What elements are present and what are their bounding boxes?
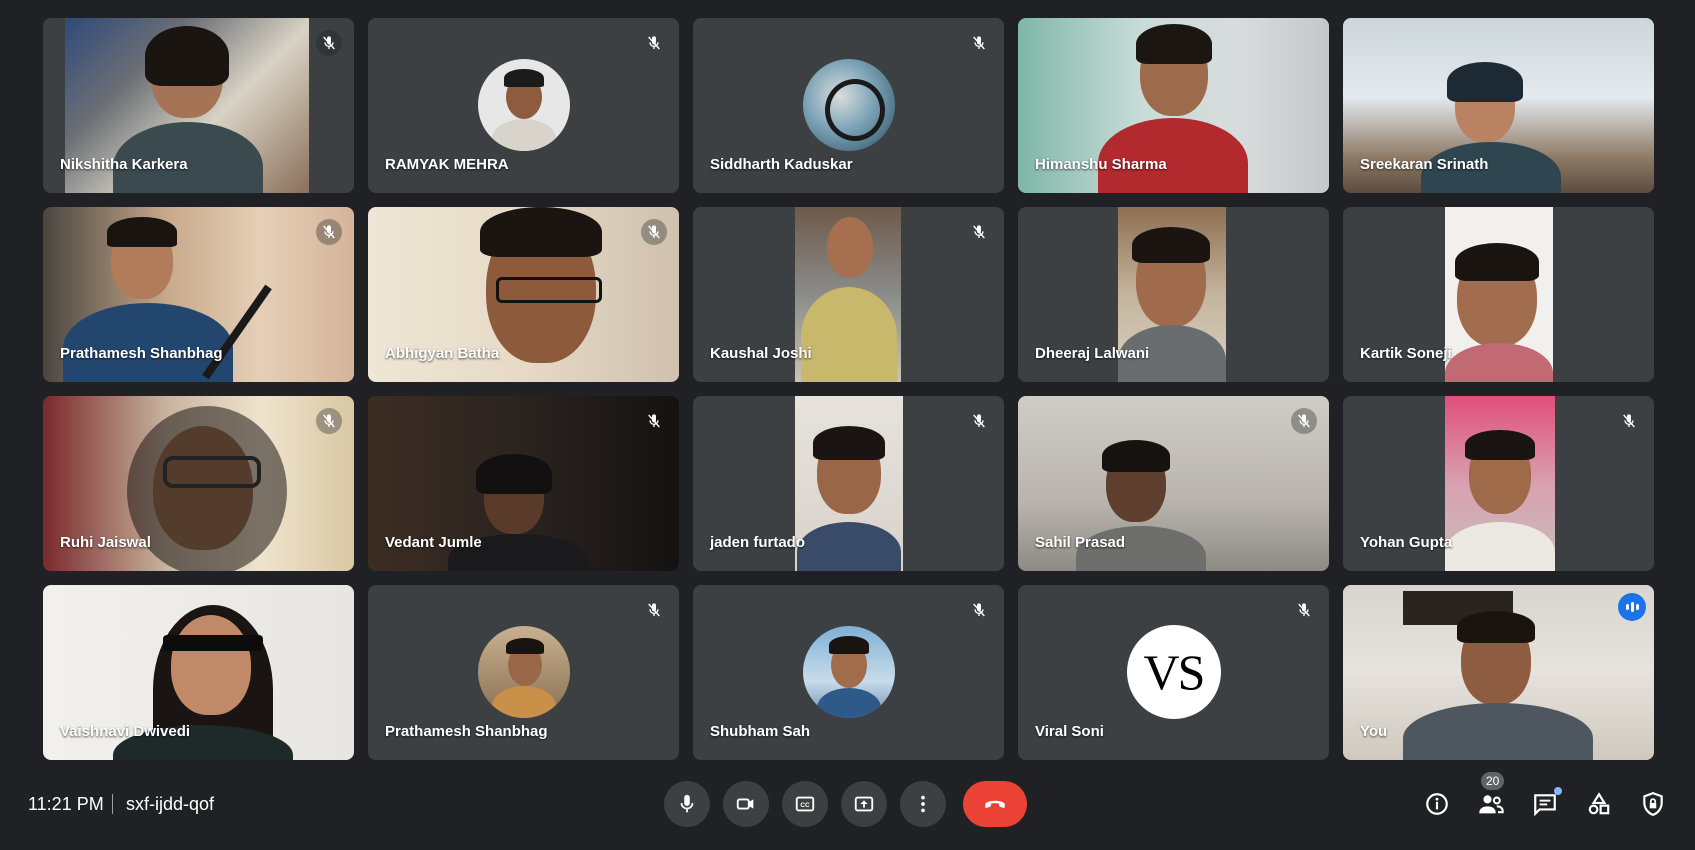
participant-tile[interactable]: Kaushal Joshi — [693, 207, 1004, 382]
end-call-button[interactable] — [963, 781, 1027, 827]
participant-tile[interactable]: VS Viral Soni — [1018, 585, 1329, 760]
activities-button[interactable] — [1585, 790, 1613, 818]
svg-text:CC: CC — [800, 802, 810, 809]
mic-button[interactable] — [664, 781, 710, 827]
initials-avatar: VS — [1126, 625, 1221, 719]
chat-icon — [1534, 794, 1556, 817]
mic-off-icon — [966, 597, 992, 623]
participant-tile[interactable]: Dheeraj Lalwani — [1018, 207, 1329, 382]
mic-off-icon — [641, 30, 667, 56]
participant-tile[interactable]: Siddharth Kaduskar — [693, 18, 1004, 193]
participant-tile[interactable]: Vedant Jumle — [368, 396, 679, 571]
participant-name: Himanshu Sharma — [1035, 156, 1167, 173]
participant-name: Abhigyan Batha — [385, 345, 500, 362]
mic-off-icon — [1616, 408, 1642, 434]
camera-icon — [736, 798, 754, 810]
participant-name: Vedant Jumle — [385, 534, 482, 551]
participant-tile[interactable]: Himanshu Sharma — [1018, 18, 1329, 193]
participant-tile[interactable]: Prathamesh Shanbhag — [43, 207, 354, 382]
side-panel-buttons: 20 — [1423, 772, 1667, 818]
meeting-code: sxf-ijdd-qof — [126, 794, 215, 814]
mic-off-icon — [316, 30, 342, 56]
participant-name: jaden furtado — [710, 534, 806, 551]
bottom-bar: 11:21 PM sxf-ijdd-qof CC 20 — [0, 770, 1695, 850]
divider — [112, 794, 113, 814]
participant-tile[interactable]: Sreekaran Srinath — [1343, 18, 1654, 193]
participant-name: Ruhi Jaiswal — [60, 534, 151, 551]
mic-off-icon — [641, 408, 667, 434]
participant-name: Prathamesh Shanbhag — [60, 345, 223, 362]
participant-grid: Nikshitha Karkera RAMYAK MEHRA Siddharth… — [43, 18, 1654, 760]
meeting-details-button[interactable] — [1423, 790, 1451, 818]
participant-name: Siddharth Kaduskar — [710, 156, 853, 173]
present-icon — [854, 796, 874, 812]
participant-name: Dheeraj Lalwani — [1035, 345, 1150, 362]
mic-off-icon — [966, 219, 992, 245]
more-options-icon — [921, 795, 925, 813]
mic-off-icon — [1291, 597, 1317, 623]
captions-icon: CC — [795, 796, 815, 812]
participant-name: Kartik Soneji — [1360, 345, 1452, 362]
captions-button[interactable]: CC — [782, 781, 828, 827]
mic-off-icon — [1291, 408, 1317, 434]
people-icon — [1479, 795, 1504, 814]
more-options-button[interactable] — [900, 781, 946, 827]
participant-name: Sahil Prasad — [1035, 534, 1126, 551]
present-button[interactable] — [841, 781, 887, 827]
participant-name: Shubham Sah — [710, 723, 811, 740]
avatar — [477, 626, 570, 718]
participant-name: Vaishnavi Dwivedi — [60, 723, 191, 740]
participant-name: RAMYAK MEHRA — [385, 156, 509, 173]
participant-tile[interactable]: Kartik Soneji — [1343, 207, 1654, 382]
self-view-tile[interactable]: You — [1343, 585, 1654, 760]
participant-tile[interactable]: RAMYAK MEHRA — [368, 18, 679, 193]
people-button[interactable]: 20 — [1477, 772, 1505, 818]
video-feed — [1445, 207, 1553, 382]
info-icon — [1426, 793, 1448, 815]
speaking-indicator-icon — [1618, 593, 1646, 621]
mic-off-icon — [641, 597, 667, 623]
participant-name: Viral Soni — [1035, 723, 1104, 740]
participant-name: Nikshitha Karkera — [60, 156, 188, 173]
mic-off-icon — [966, 30, 992, 56]
mic-icon — [680, 794, 694, 813]
chat-button[interactable] — [1531, 787, 1562, 818]
participant-tile[interactable]: Sahil Prasad — [1018, 396, 1329, 571]
participant-tile[interactable]: jaden furtado — [693, 396, 1004, 571]
host-controls-icon — [1643, 792, 1663, 816]
participant-tile[interactable]: Nikshitha Karkera — [43, 18, 354, 193]
participant-name: Kaushal Joshi — [710, 345, 812, 362]
participant-tile[interactable]: Yohan Gupta — [1343, 396, 1654, 571]
video-feed — [1343, 585, 1654, 760]
unread-dot — [1554, 787, 1562, 795]
participant-tile[interactable]: Shubham Sah — [693, 585, 1004, 760]
mic-off-icon — [316, 219, 342, 245]
participant-tile[interactable]: Abhigyan Batha — [368, 207, 679, 382]
participant-name: Sreekaran Srinath — [1360, 156, 1489, 173]
call-controls: CC — [664, 781, 1027, 827]
mic-off-icon — [641, 219, 667, 245]
camera-button[interactable] — [723, 781, 769, 827]
mic-off-icon — [316, 408, 342, 434]
participant-name: You — [1360, 723, 1388, 740]
end-call-icon — [985, 800, 1005, 808]
participant-tile[interactable]: Prathamesh Shanbhag — [368, 585, 679, 760]
avatar — [802, 626, 895, 718]
activities-icon — [1588, 792, 1610, 815]
video-feed — [795, 396, 903, 571]
host-controls-button[interactable] — [1639, 790, 1667, 818]
participant-tile[interactable]: Vaishnavi Dwivedi — [43, 585, 354, 760]
avatar — [477, 59, 570, 151]
participant-tile[interactable]: Ruhi Jaiswal — [43, 396, 354, 571]
participant-name: Prathamesh Shanbhag — [385, 723, 548, 740]
participant-count-badge: 20 — [1481, 772, 1505, 790]
participant-name: Yohan Gupta — [1360, 534, 1453, 551]
avatar — [802, 59, 895, 151]
meeting-time: 11:21 PM — [28, 794, 104, 814]
mic-off-icon — [966, 408, 992, 434]
video-feed — [1445, 396, 1555, 571]
